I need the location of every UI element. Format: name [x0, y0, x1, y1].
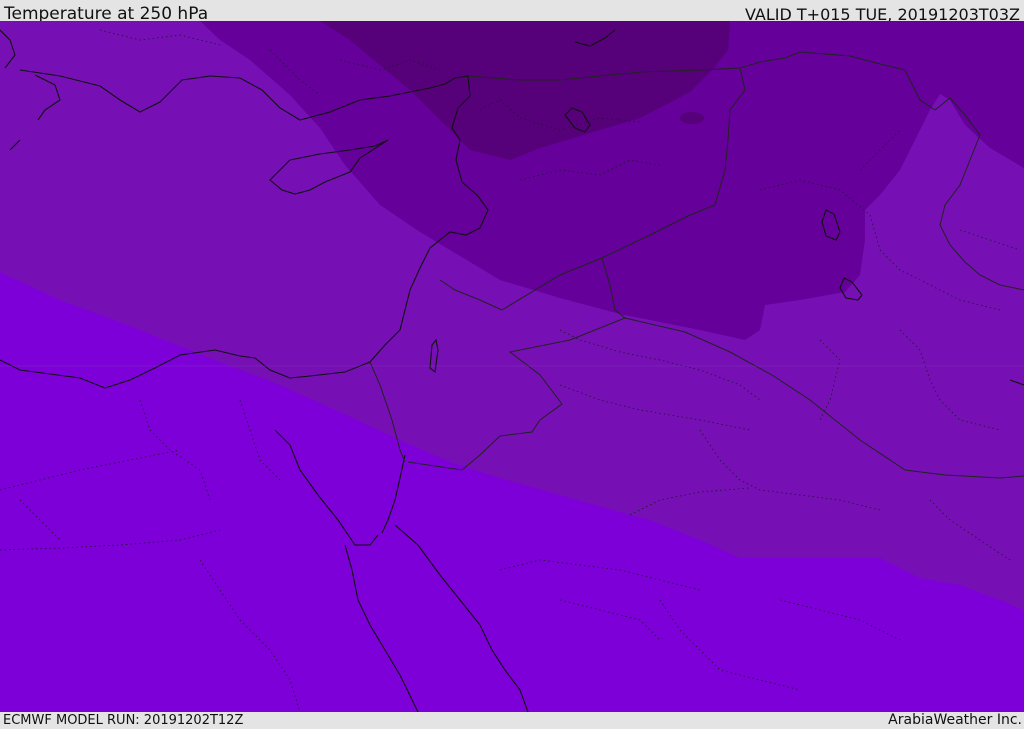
- credit: ArabiaWeather Inc.: [888, 712, 1022, 728]
- map-header: Temperature at 250 hPa VALID T+015 TUE, …: [0, 0, 1024, 24]
- model-run: ECMWF MODEL RUN: 20191202T12Z: [3, 713, 244, 728]
- map-footer: ECMWF MODEL RUN: 20191202T12Z ArabiaWeat…: [0, 712, 1024, 729]
- band-coldest-pocket: [680, 112, 704, 124]
- temperature-bands: [0, 21, 1024, 712]
- weather-map-frame: Temperature at 250 hPa VALID T+015 TUE, …: [0, 0, 1024, 729]
- temperature-map[interactable]: [0, 21, 1024, 712]
- map-canvas: [0, 21, 1024, 712]
